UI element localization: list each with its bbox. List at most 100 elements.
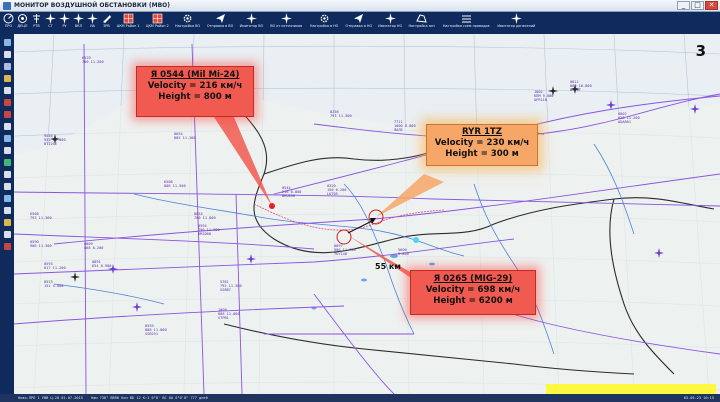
toolbar-button-3[interactable]: СТ (44, 12, 57, 34)
toolbar-button-19[interactable]: Имитатор донесений (495, 12, 539, 34)
toolbar-button-9[interactable]: ЦКМ Район 2 (143, 12, 171, 34)
toolbar-button-7[interactable]: ЗРВ (100, 12, 113, 34)
toolbar-button-label: ЦКМ Район 2 (145, 24, 169, 28)
air-situation-map[interactable]: 3 55 км 6529 780 11.200 0811 868 10.000 … (14, 34, 720, 394)
toolbar-button-label: ЗРВ (103, 24, 110, 28)
side-tool-icon[interactable] (2, 37, 12, 47)
aircraft-icon[interactable] (108, 264, 118, 274)
side-tool-icon[interactable] (2, 229, 12, 239)
aircraft-name: RYR 1TZ (461, 127, 503, 137)
side-tool-icon[interactable] (2, 121, 12, 131)
radar-icon (3, 13, 14, 24)
track-label: 0590 906 11.300 (30, 240, 52, 249)
minimize-button[interactable]: _ (677, 1, 690, 10)
side-tool-icon[interactable] (2, 157, 12, 167)
grid-icon (123, 13, 134, 24)
toolbar-button-11[interactable]: Отправка в ВО (204, 12, 237, 34)
toolbar-button-14[interactable]: Настройка в НО (307, 12, 342, 34)
toolbar-button-4[interactable]: РУ (58, 12, 71, 34)
toolbar-button-6[interactable]: ИА (86, 12, 99, 34)
side-tool-icon[interactable] (2, 169, 12, 179)
plane-icon (59, 13, 70, 24)
track-label: 1009 808 11.000 STPB1 (218, 308, 240, 321)
toolbar-button-12[interactable]: Имитатор ВО (237, 12, 265, 34)
side-tool-icon[interactable] (2, 133, 12, 143)
settings-icon (182, 13, 193, 24)
toolbar-button-13[interactable]: ВО от источников (267, 12, 306, 34)
distance-label: 55 км (375, 262, 401, 271)
map-canvas (14, 34, 720, 394)
toolbar-button-label: ДЕЦЛ (17, 24, 28, 28)
toolbar-button-label: СТ (48, 24, 53, 28)
side-tool-icon[interactable] (2, 49, 12, 59)
toolbar-button-8[interactable]: ЦКМ Район 1 (114, 12, 142, 34)
settings-icon (319, 13, 330, 24)
target-icon (17, 13, 28, 24)
corner-label: 3 (695, 42, 706, 60)
toolbar-button-label: Имитатор ВО (239, 24, 264, 28)
track-label: 0544 216 0.800 BRU898 (282, 186, 302, 199)
side-tool-icon[interactable] (2, 61, 12, 71)
wires-icon (461, 13, 472, 24)
aircraft-velocity: Velocity = 230 км/ч (434, 138, 530, 148)
send-icon (215, 13, 226, 24)
track-label: 6529 780 11.200 (82, 56, 104, 65)
side-tool-icon[interactable] (2, 145, 12, 155)
app-icon (3, 2, 11, 10)
side-tool-icon[interactable] (2, 73, 12, 83)
aircraft-height: Height = 800 м (158, 92, 232, 102)
zone-icon (416, 13, 427, 24)
toolbar-button-10[interactable]: Настройка ВО (172, 12, 202, 34)
toolbar-button-label: ПРО (4, 24, 13, 28)
track-label: 0523 151 4.000 (44, 280, 64, 289)
side-tool-icon[interactable] (2, 217, 12, 227)
toolbar-button-1[interactable]: ДЕЦЛ (16, 12, 29, 34)
toolbar-button-15[interactable]: Отправка в НО (343, 12, 376, 34)
toolbar-button-17[interactable]: Настройка зон (405, 12, 438, 34)
side-tool-icon[interactable] (2, 109, 12, 119)
aircraft-icon[interactable] (70, 272, 80, 282)
side-tool-icon[interactable] (2, 97, 12, 107)
aircraft-velocity: Velocity = 698 км/ч (425, 285, 521, 295)
aircraft-icon[interactable] (132, 302, 142, 312)
missile-icon (101, 13, 112, 24)
toolbar-button-5[interactable]: ВКП (72, 12, 85, 34)
toolbar-button-label: ВО от источников (270, 24, 303, 28)
antenna-icon (31, 13, 42, 24)
track-label: 0654 885 11.200 (174, 132, 196, 141)
side-tool-icon[interactable] (2, 181, 12, 191)
toolbar-button-label: Имитатор НО (378, 24, 403, 28)
land-area (14, 74, 720, 394)
toolbar-button-label: Отправка в ВО (206, 24, 234, 28)
toolbar-button-label: Настройка зон (408, 24, 435, 28)
plane-icon (45, 13, 56, 24)
aircraft-icon[interactable] (548, 86, 558, 96)
side-tool-icon[interactable] (2, 241, 12, 251)
aircraft-velocity: Velocity = 216 км/ч (147, 81, 243, 91)
close-button[interactable]: ✕ (705, 1, 718, 10)
track-label: 6508 793 11.300 (30, 212, 52, 221)
track-label: 0594 796 11.900 КМ1000 (198, 224, 220, 237)
maximize-button[interactable]: □ (691, 1, 704, 10)
toolbar-button-18[interactable]: Настройка схем проводов (439, 12, 494, 34)
side-tool-icon[interactable] (2, 85, 12, 95)
aircraft-icon[interactable] (690, 104, 700, 114)
toolbar-button-label: Настройка ВО (175, 24, 201, 28)
aircraft-height: Height = 300 м (445, 149, 519, 159)
aircraft-icon[interactable] (246, 254, 256, 264)
status-right: 03.05.23 10:15 (683, 396, 714, 400)
toolbar-button-16[interactable]: Имитатор НО (376, 12, 404, 34)
left-tool-panel (0, 34, 14, 394)
toolbar-button-2[interactable]: РТВ (30, 12, 43, 34)
side-tool-icon[interactable] (2, 193, 12, 203)
aircraft-icon[interactable] (606, 100, 616, 110)
aircraft-icon[interactable] (50, 134, 60, 144)
aircraft-info-callout-ryr1tz: RYR 1TZ Velocity = 230 км/ч Height = 300… (426, 124, 538, 166)
toolbar-button-label: Настройка в НО (309, 24, 339, 28)
side-tool-icon[interactable] (2, 205, 12, 215)
aircraft-icon[interactable] (570, 84, 580, 94)
aircraft-icon[interactable] (654, 248, 664, 258)
plane-icon (87, 13, 98, 24)
toolbar-button-label: РТВ (33, 24, 40, 28)
toolbar-button-0[interactable]: ПРО (2, 12, 15, 34)
